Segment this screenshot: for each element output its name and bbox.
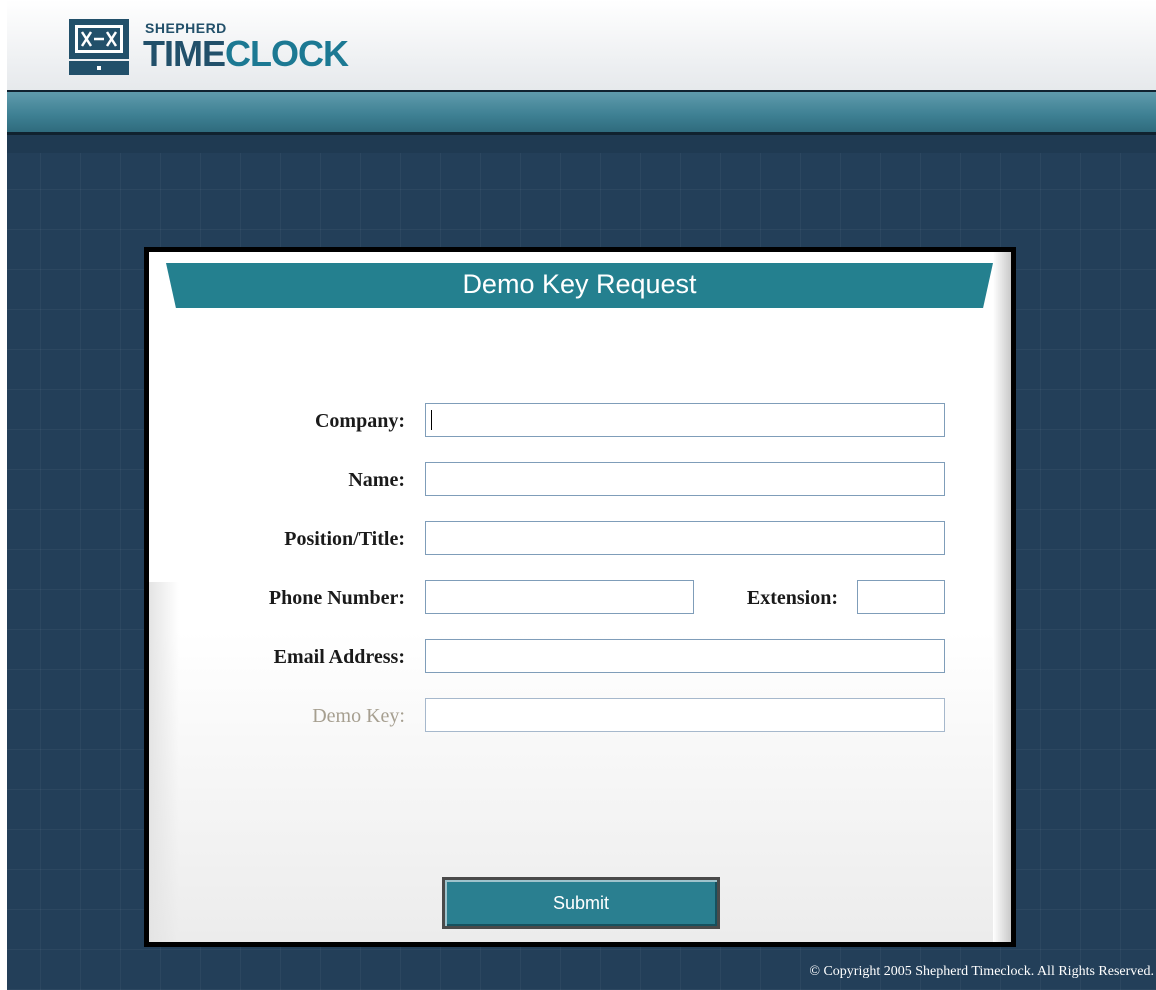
demo-key-input: [425, 698, 945, 732]
extension-label: Extension:: [746, 587, 838, 609]
form-title-banner: Demo Key Request: [166, 263, 993, 308]
position-title-input[interactable]: [425, 521, 945, 555]
header: SHEPHERD TIMECLOCK: [7, 0, 1156, 92]
logo-wordmark-time: TIME: [143, 33, 226, 74]
card-left-shade: [149, 582, 179, 942]
company-input[interactable]: [425, 403, 945, 437]
email-address-input[interactable]: [425, 639, 945, 673]
phone-number-label: Phone Number:: [268, 587, 405, 609]
extension-input[interactable]: [857, 580, 945, 614]
timeclock-logo-icon: [69, 19, 129, 75]
company-label: Company:: [314, 410, 405, 432]
position-title-label: Position/Title:: [284, 528, 405, 550]
logo-wordmark: TIMECLOCK: [143, 33, 349, 75]
card-right-shade: [993, 252, 1011, 942]
copyright-footer: © Copyright 2005 Shepherd Timeclock. All…: [809, 964, 1154, 979]
submit-button[interactable]: Submit: [442, 877, 720, 929]
email-address-label: Email Address:: [273, 646, 405, 668]
company-field-wrap: [425, 403, 945, 437]
phone-number-input[interactable]: [425, 580, 694, 614]
name-input[interactable]: [425, 462, 945, 496]
name-label: Name:: [348, 469, 405, 491]
demo-key-label: Demo Key:: [312, 705, 405, 727]
nav-bar-shadow: [7, 135, 1156, 153]
form-title: Demo Key Request: [462, 269, 697, 299]
text-caret: [431, 410, 432, 430]
nav-bar: [7, 92, 1156, 135]
logo-wordmark-clock: CLOCK: [225, 33, 349, 74]
form-card-inner: Demo Key Request Company: Name: Position…: [149, 252, 1011, 942]
left-edge: [0, 0, 7, 990]
form-card: Demo Key Request Company: Name: Position…: [144, 247, 1016, 947]
